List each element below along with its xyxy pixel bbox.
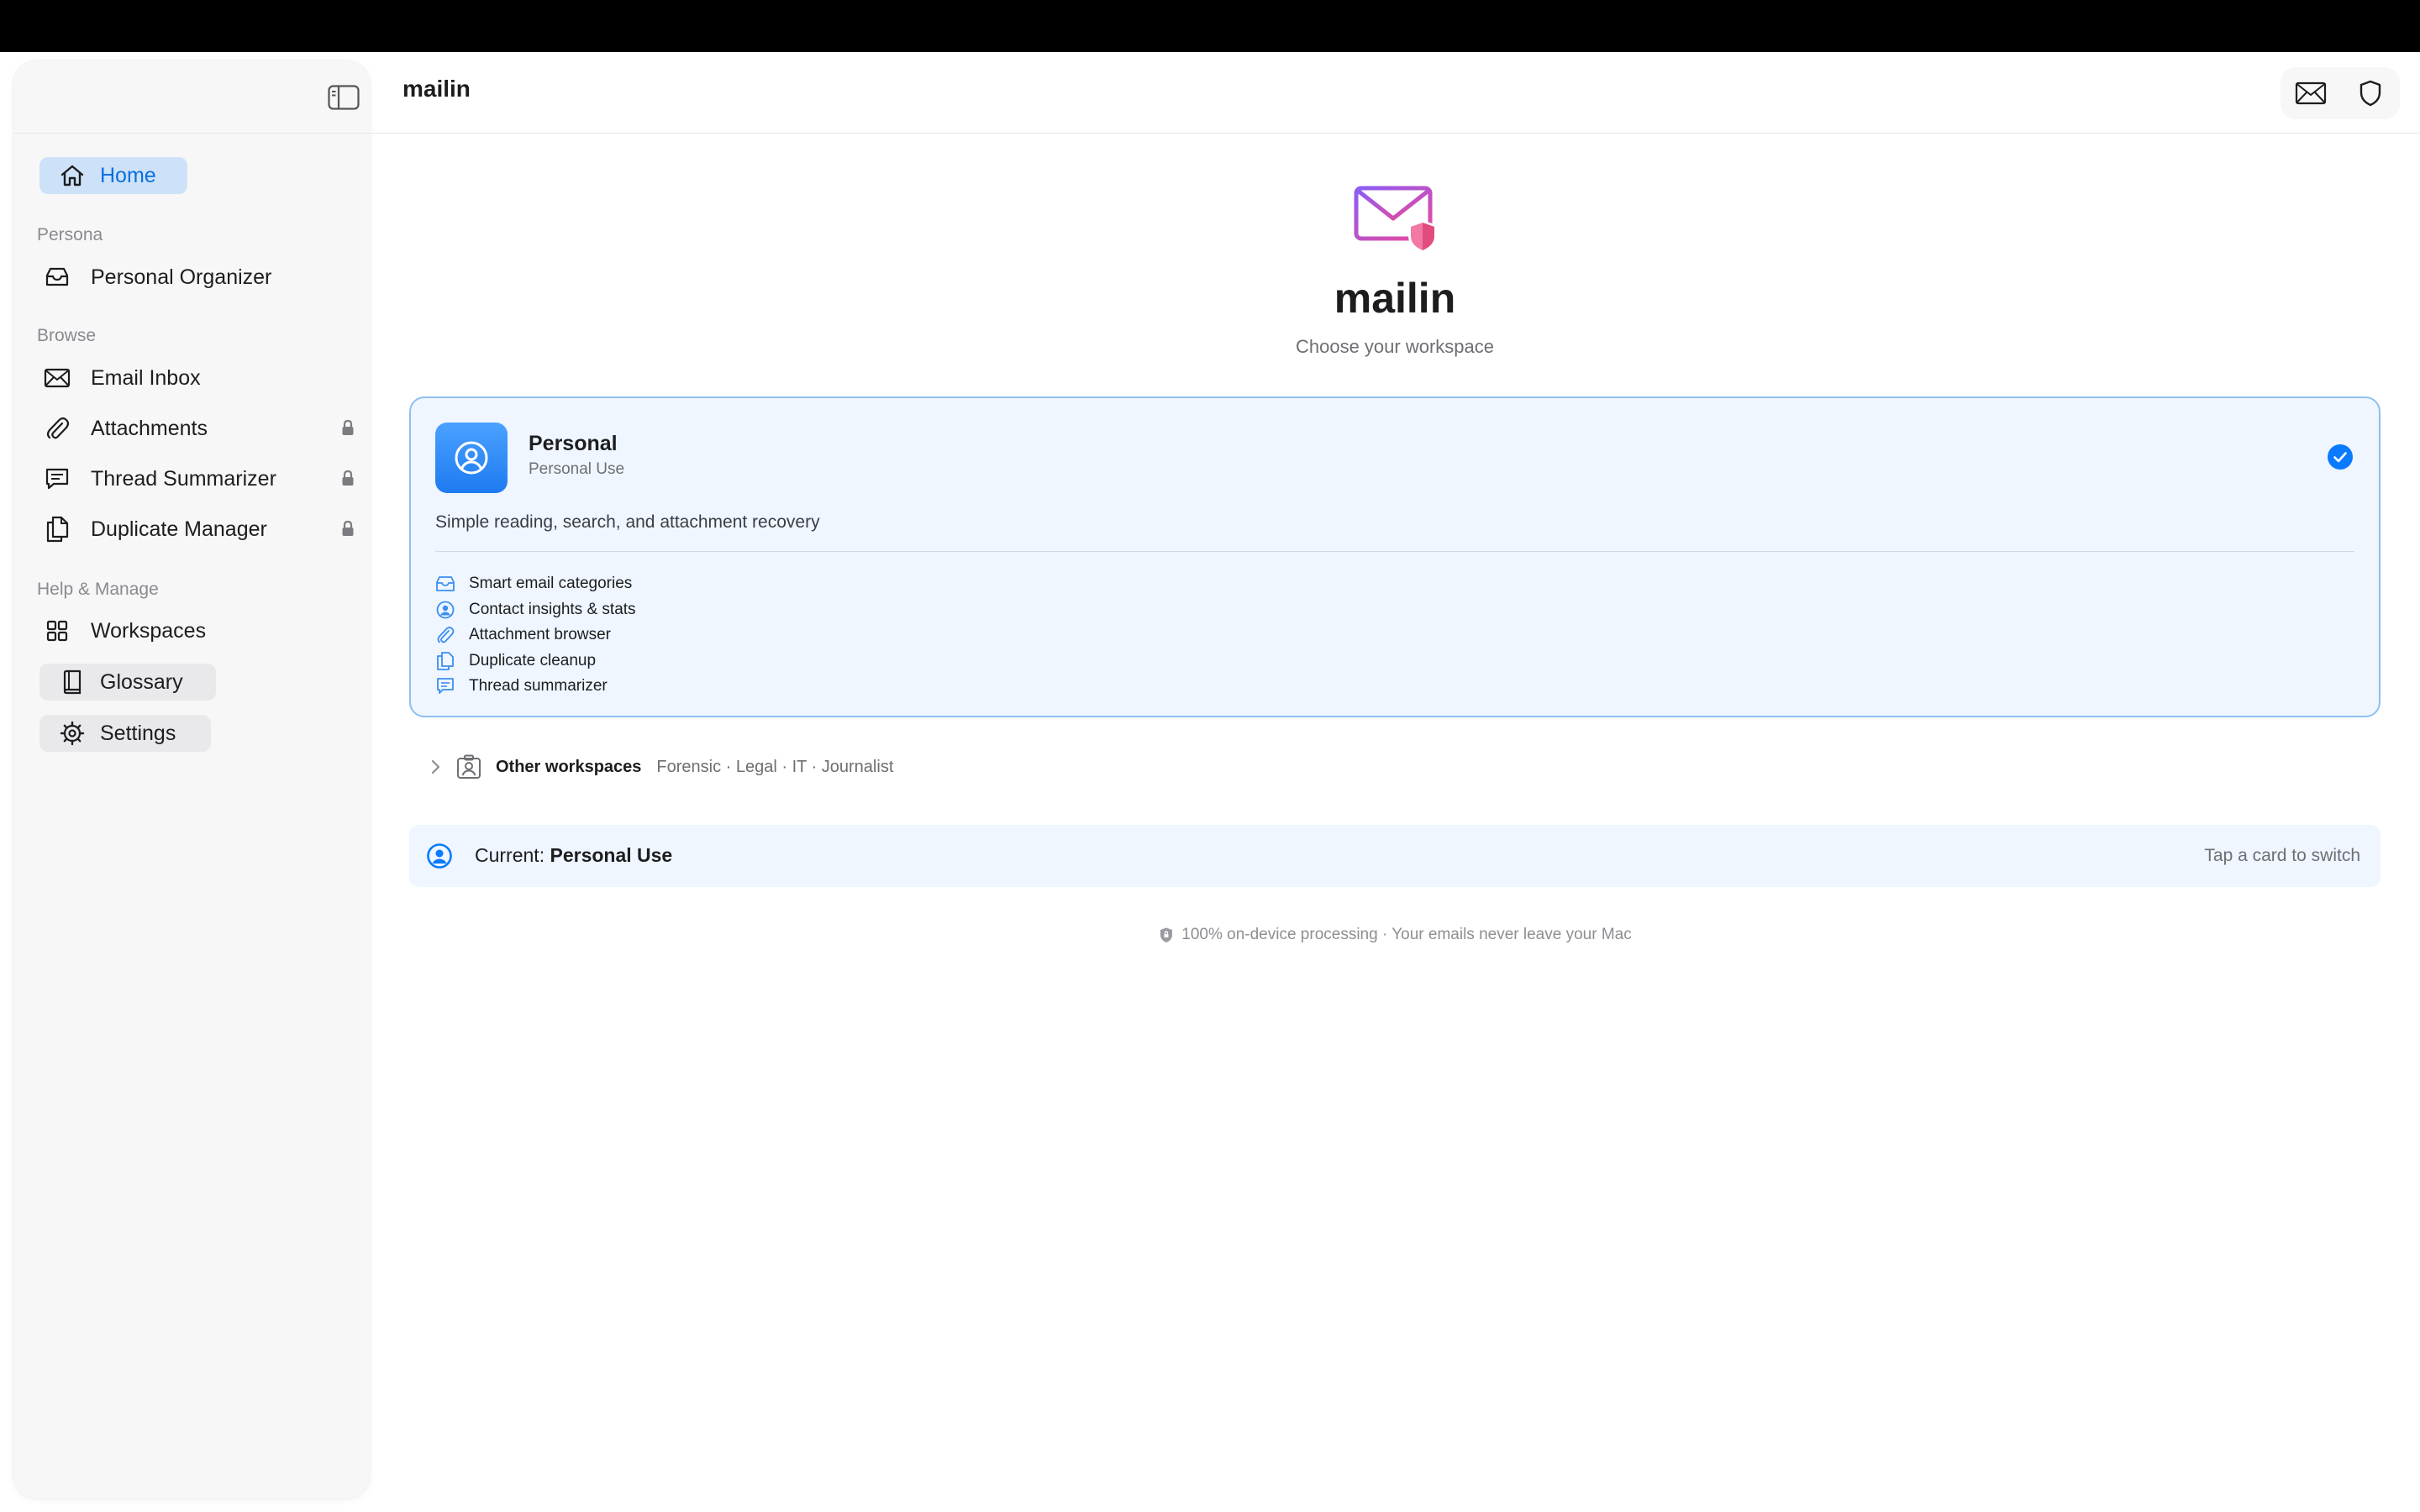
mail-button[interactable] (2292, 75, 2329, 112)
sidebar-item-settings[interactable]: Settings (39, 715, 211, 752)
sidebar-item-home[interactable]: Home (39, 157, 187, 194)
shield-icon (2352, 75, 2389, 112)
feature-item: Thread summarizer (435, 674, 636, 700)
feature-label: Contact insights & stats (469, 600, 636, 618)
sidebar-item-workspaces[interactable]: Workspaces (44, 609, 356, 653)
app-title: mailin (402, 76, 471, 102)
feature-label: Attachment browser (469, 626, 611, 644)
person-circle-icon (453, 439, 490, 476)
lock-icon (339, 469, 356, 487)
sidebar-item-personal-organizer[interactable]: Personal Organizer (44, 255, 356, 299)
sidebar-toggle-button[interactable] (314, 79, 373, 116)
sidebar-toggle-icon (328, 85, 360, 110)
lock-icon (339, 519, 356, 538)
feature-list: Smart email categories Contact insights … (435, 571, 636, 700)
tray-icon (44, 264, 71, 291)
privacy-footer-text: 100% on-device processing · Your emails … (1181, 926, 1632, 943)
section-label-persona: Persona (37, 225, 103, 244)
feature-item: Smart email categories (435, 571, 636, 597)
tray-icon (435, 574, 455, 594)
top-black-bar (0, 0, 2420, 52)
shield-icon (1158, 927, 1175, 943)
sidebar-item-label: Workspaces (91, 618, 207, 643)
book-icon (60, 669, 85, 695)
paperclip-icon (435, 625, 455, 645)
sidebar-item-label: Personal Organizer (91, 265, 272, 289)
person-badge-icon (455, 753, 482, 780)
privacy-footer: 100% on-device processing · Your emails … (1126, 926, 1664, 944)
sidebar-item-label: Thread Summarizer (91, 466, 276, 491)
paperclip-icon (44, 415, 71, 442)
sidebar-item-email-inbox[interactable]: Email Inbox (44, 356, 356, 400)
sidebar-item-attachments[interactable]: Attachments (44, 407, 356, 450)
gear-icon (60, 721, 85, 746)
current-workspace-value: Personal Use (550, 844, 673, 866)
chat-bubble-icon (435, 676, 455, 696)
workspace-avatar (435, 423, 508, 493)
envelope-icon (2292, 75, 2329, 112)
grid-icon (44, 617, 71, 644)
house-icon (60, 163, 85, 188)
envelope-icon (44, 365, 71, 391)
workspace-description: Simple reading, search, and attachment r… (435, 512, 820, 532)
section-label-help: Help & Manage (37, 580, 159, 599)
privacy-button[interactable] (2352, 75, 2389, 112)
hero-subtitle: Choose your workspace (1295, 336, 1494, 357)
sidebar-item-label: Home (100, 163, 156, 187)
header-actions (2281, 67, 2400, 119)
sidebar-item-duplicate-manager[interactable]: Duplicate Manager (44, 507, 356, 551)
feature-label: Thread summarizer (469, 677, 608, 696)
feature-label: Duplicate cleanup (469, 651, 597, 669)
current-workspace-bar: Current: Personal Use Tap a card to swit… (409, 825, 2381, 887)
feature-label: Smart email categories (469, 575, 633, 593)
sidebar-item-label: Email Inbox (91, 365, 201, 390)
workspace-subtitle: Personal Use (529, 460, 625, 478)
sidebar: Home Persona Personal Organizer Browse E… (13, 60, 370, 1499)
switch-hint: Tap a card to switch (2204, 846, 2360, 865)
duplicate-icon (44, 516, 71, 543)
workspace-title: Personal (529, 432, 618, 455)
sidebar-item-label: Glossary (100, 669, 183, 694)
other-workspaces-label: Other workspaces (496, 757, 642, 776)
person-circle-icon (426, 843, 453, 869)
feature-item: Duplicate cleanup (435, 648, 636, 675)
other-workspaces-disclosure[interactable]: Other workspaces Forensic · Legal · IT ·… (425, 753, 893, 781)
card-divider (435, 551, 2354, 552)
sidebar-item-label: Settings (100, 721, 176, 745)
chat-bubble-icon (44, 465, 71, 492)
sidebar-item-label: Duplicate Manager (91, 517, 267, 541)
section-label-browse: Browse (37, 326, 97, 345)
current-workspace-text: Current: Personal Use (475, 844, 672, 867)
sidebar-item-thread-summarizer[interactable]: Thread Summarizer (44, 457, 356, 501)
sidebar-item-glossary[interactable]: Glossary (39, 664, 216, 701)
person-circle-icon (435, 600, 455, 620)
current-prefix: Current: (475, 844, 545, 866)
checkmark-circle-icon (2327, 444, 2354, 470)
header-divider (370, 133, 2420, 134)
sidebar-item-label: Attachments (91, 416, 208, 440)
chevron-right-icon (425, 757, 445, 777)
duplicate-icon (435, 651, 455, 671)
other-workspaces-list: Forensic · Legal · IT · Journalist (656, 757, 894, 776)
lock-icon (339, 418, 356, 437)
mailin-logo-icon (1353, 183, 1445, 255)
feature-item: Contact insights & stats (435, 597, 636, 623)
sidebar-divider (13, 133, 370, 134)
feature-item: Attachment browser (435, 622, 636, 648)
hero-title: mailin (1334, 275, 1456, 322)
workspace-card-personal[interactable]: Personal Personal Use Simple reading, se… (409, 396, 2381, 717)
